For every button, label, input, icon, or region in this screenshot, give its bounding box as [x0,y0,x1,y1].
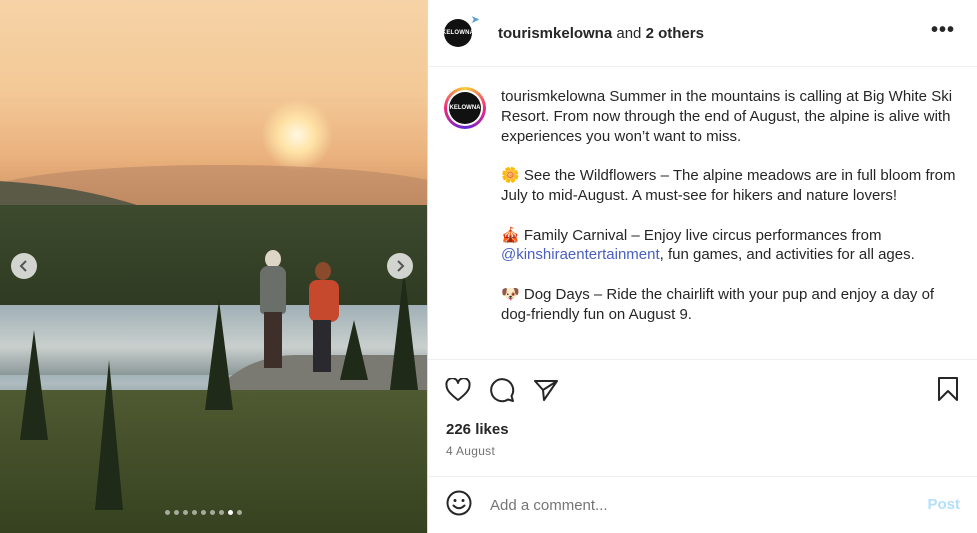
hiker-person [256,250,290,370]
carousel-dot [219,510,224,515]
caption-paragraph: Family Carnival – Enjoy live circus perf… [523,226,882,244]
post-media[interactable] [0,0,427,533]
collab-connector: and [616,24,642,42]
tree [95,360,123,510]
caption-paragraph: , fun games, and activities for all ages… [659,246,915,264]
avatar[interactable]: KELOWNA ➤ [442,14,480,47]
chevron-left-icon[interactable] [11,253,37,279]
carousel-dot [192,510,197,515]
smiley-icon[interactable] [446,490,472,521]
carousel-dot [210,510,215,515]
send-icon[interactable] [532,376,560,404]
tree [390,270,418,390]
mention-link[interactable]: @kinshiraentertainment [501,246,660,263]
author-username[interactable]: tourismkelowna [498,25,612,42]
chevron-right-icon[interactable] [387,253,413,279]
kelowna-logo: KELOWNA [449,92,481,124]
dog-icon: 🐶 [501,284,520,303]
action-bar [428,360,977,420]
forest [0,205,427,305]
caption-paragraph: Dog Days – Ride the chairlift with your … [501,285,935,323]
like-count[interactable]: 226 likes [428,421,977,438]
heart-icon[interactable] [444,376,472,404]
carousel-dot [228,510,233,515]
carousel-dot [174,510,179,515]
caption-username[interactable]: tourismkelowna [501,88,605,105]
hiker-person [305,262,345,374]
post-panel: KELOWNA ➤ tourismkelowna and 2 others ••… [427,0,977,533]
bookmark-icon[interactable] [937,376,959,407]
comment-bar: Post [428,476,977,533]
story-avatar[interactable]: KELOWNA [444,87,486,129]
carousel-dot [237,510,242,515]
post-button[interactable]: Post [927,496,960,513]
flower-icon: 🌼 [501,166,520,185]
bird-icon: ➤ [470,14,480,26]
caption-text: tourismkelowna Summer in the mountains i… [501,87,961,359]
carousel-dot [165,510,170,515]
sun [262,100,332,170]
tree [20,330,48,440]
comment-icon[interactable] [488,376,516,404]
caption-paragraph: See the Wildflowers – The alpine meadows… [501,167,956,204]
tree [205,300,233,410]
comment-input[interactable] [490,496,890,514]
post-date: 4 August [446,444,496,458]
post-header: KELOWNA ➤ tourismkelowna and 2 others ••… [428,0,977,67]
caption-area: KELOWNA tourismkelowna Summer in the mou… [428,67,977,360]
carousel-dot [201,510,206,515]
collab-others-link[interactable]: 2 others [646,25,704,42]
circus-tent-icon: 🎪 [501,225,520,244]
more-horizontal-icon[interactable]: ••• [931,19,955,42]
carousel-indicator [165,510,242,515]
carousel-dot [183,510,188,515]
post-author-line: tourismkelowna and 2 others [498,25,704,42]
